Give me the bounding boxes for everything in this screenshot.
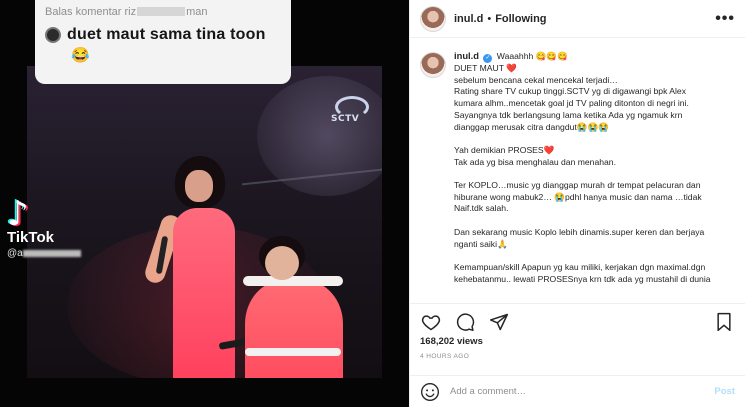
- author-avatar[interactable]: [420, 5, 446, 32]
- comment-icon[interactable]: [454, 311, 476, 333]
- share-icon[interactable]: [488, 311, 510, 333]
- reply-prefix: Balas komentar riz man: [45, 6, 208, 18]
- heart-icon[interactable]: [420, 311, 442, 333]
- caption-line: Tak ada yg bisa menghalau dan menahan.: [454, 156, 616, 167]
- caption-username[interactable]: inul.d: [454, 50, 479, 61]
- stage-rail: [242, 168, 382, 234]
- caption-line: Ter KOPLO…music yg dianggap murah dr tem…: [454, 180, 701, 190]
- caption-line: DUET MAUT ❤️: [454, 63, 517, 73]
- caption-line: Rating share TV cukup tinggi.SCTV yg di …: [454, 86, 687, 97]
- caption-line: [454, 168, 711, 180]
- caption-line: kehebatanmu.. lewati PROSESnya krn tdk a…: [454, 273, 711, 284]
- caption-line: kumara alhm..mencetak goal jd TV paling …: [454, 98, 689, 109]
- post-header: inul.d • Following •••: [410, 0, 745, 38]
- laughing-emoji: 😂: [71, 47, 90, 64]
- post-video[interactable]: SCTV Balas komentar riz man duet maut sam…: [0, 0, 409, 407]
- caption-line: [454, 133, 711, 145]
- caption-line: Naif.tdk salah.: [454, 203, 509, 214]
- view-count[interactable]: 168,202 views: [420, 336, 483, 347]
- caption-line: [454, 250, 711, 262]
- post-button[interactable]: Post: [714, 386, 735, 397]
- bookmark-icon[interactable]: [713, 311, 735, 333]
- post-panel: inul.d • Following ••• inul.d ✓ Waaahhh …: [409, 0, 745, 407]
- sctv-logo: SCTV: [327, 96, 379, 124]
- caption-line: sebelum bencana cekal mencekal terjadi…: [454, 74, 618, 85]
- tiktok-reply-comment: Balas komentar riz man duet maut sama tin…: [35, 0, 291, 84]
- caption-line: Dan sekarang music Koplo lebih dinamis.s…: [454, 226, 705, 237]
- add-comment-bar: Post: [410, 375, 745, 407]
- overlay-comment-text: duet maut sama tina toon: [67, 26, 266, 43]
- tiktok-watermark: ♪ TikTok @a: [7, 197, 81, 259]
- caption-line: Kemampuan/skill Apapun yg kau miliki, ke…: [454, 261, 706, 272]
- caption-line: nganti saiki🙏: [454, 238, 508, 249]
- caption-line: Waaahhh 😋😋😋: [496, 51, 568, 61]
- comment-input[interactable]: [450, 386, 715, 397]
- caption-line: dianggap merusak citra dangdut😭😭😭: [454, 121, 609, 132]
- caption-line: [454, 215, 711, 227]
- author-username[interactable]: inul.d: [454, 13, 483, 25]
- post-caption: inul.d ✓ Waaahhh 😋😋😋 DUET MAUT ❤️ sebelum …: [420, 50, 739, 299]
- caption-line: Sayangnya tdk berlangsung lama ketika Ad…: [454, 109, 683, 120]
- redacted-handle: [22, 249, 81, 257]
- post-timestamp[interactable]: 4 HOURS AGO: [420, 353, 469, 360]
- separator-dot: •: [487, 12, 492, 25]
- action-bar: [410, 303, 745, 339]
- caption-line: Yah demikian PROSES❤️: [454, 144, 555, 155]
- verified-badge-icon: ✓: [483, 54, 493, 63]
- redacted-name: [137, 7, 186, 16]
- following-button[interactable]: Following: [495, 13, 546, 25]
- girl-figure: [218, 236, 347, 378]
- commenter-avatar: [45, 27, 61, 43]
- caption-avatar[interactable]: [420, 52, 446, 78]
- tiktok-logo-icon: ♪: [7, 194, 29, 234]
- caption-line: hiburane wong mabuk2… 😭pdhl hanya music …: [454, 191, 702, 202]
- more-options-icon[interactable]: •••: [715, 10, 735, 28]
- smile-icon[interactable]: [420, 382, 440, 402]
